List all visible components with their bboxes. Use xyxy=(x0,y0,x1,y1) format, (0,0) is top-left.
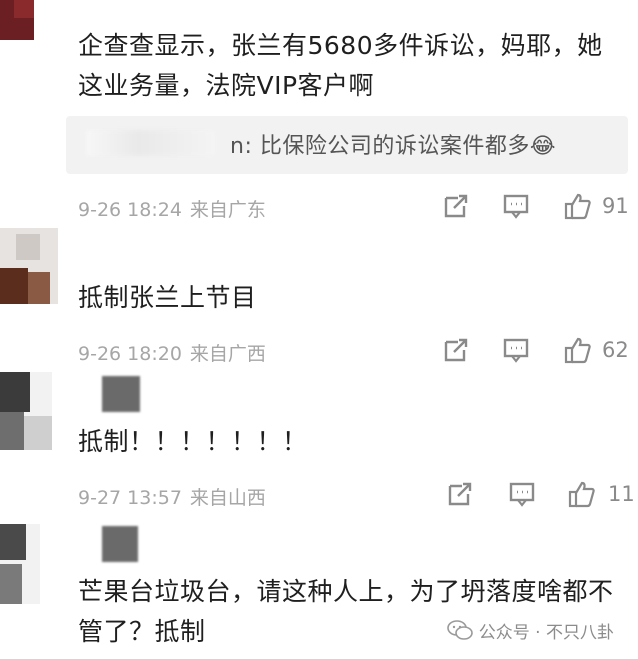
share-icon[interactable] xyxy=(446,480,474,508)
comment-text: 企查查显示，张兰有5680多件诉讼，妈耶，她这业务量，法院VIP客户啊 xyxy=(78,31,603,100)
share-icon[interactable] xyxy=(442,336,470,364)
comment-location: 来自山西 xyxy=(189,487,266,509)
comment-item: 抵制！！！！！！！ 9-27 13:57 来自山西 11 xyxy=(0,372,638,522)
avatar[interactable] xyxy=(0,0,34,40)
comment-item: 企查查显示，张兰有5680多件诉讼，妈耶，她这业务量，法院VIP客户啊 n: 比… xyxy=(0,0,638,230)
comment-icon[interactable] xyxy=(502,192,530,220)
comment-time: 9-26 18:24 xyxy=(78,199,182,221)
thumbs-up-icon[interactable] xyxy=(564,192,592,220)
avatar[interactable] xyxy=(0,372,52,450)
avatar[interactable] xyxy=(0,228,58,304)
comment-location: 来自广东 xyxy=(189,199,266,221)
username-blurred xyxy=(102,376,140,412)
comment-meta: 9-27 13:57 来自山西 11 xyxy=(78,480,635,510)
reply-preview[interactable]: n: 比保险公司的诉讼案件都多😂 xyxy=(66,116,628,174)
comment-time-location: 9-26 18:20 来自广西 xyxy=(78,339,266,366)
comment-item: 抵制张兰上节目 9-26 18:20 来自广西 62 xyxy=(0,222,638,372)
comment-icon[interactable] xyxy=(502,336,530,364)
like-count: 62 xyxy=(602,338,629,362)
comment-icon[interactable] xyxy=(508,480,536,508)
wechat-icon xyxy=(446,620,473,640)
comment-text: 抵制张兰上节目 xyxy=(78,283,257,312)
like-count: 91 xyxy=(602,194,629,218)
comment-time-location: 9-27 13:57 来自山西 xyxy=(78,483,266,510)
comment-time-location: 9-26 18:24 来自广东 xyxy=(78,195,266,222)
username-blurred xyxy=(102,526,138,562)
thumbs-up-icon[interactable] xyxy=(564,336,592,364)
comment-meta: 9-26 18:20 来自广西 62 xyxy=(78,336,629,366)
reply-username-blurred xyxy=(86,130,216,156)
watermark: 公众号 · 不只八卦 xyxy=(442,615,618,645)
like-count: 11 xyxy=(608,482,635,506)
comment-time: 9-27 13:57 xyxy=(78,487,182,509)
avatar[interactable] xyxy=(0,524,40,604)
comment-location: 来自广西 xyxy=(189,343,266,365)
share-icon[interactable] xyxy=(442,192,470,220)
comment-meta: 9-26 18:24 来自广东 91 xyxy=(78,192,629,222)
watermark-text: 公众号 · 不只八卦 xyxy=(478,622,614,643)
comment-text: 抵制！！！！！！！ xyxy=(78,427,308,456)
reply-text: n: 比保险公司的诉讼案件都多😂 xyxy=(230,134,557,159)
thumbs-up-icon[interactable] xyxy=(568,480,596,508)
comment-time: 9-26 18:20 xyxy=(78,343,182,365)
